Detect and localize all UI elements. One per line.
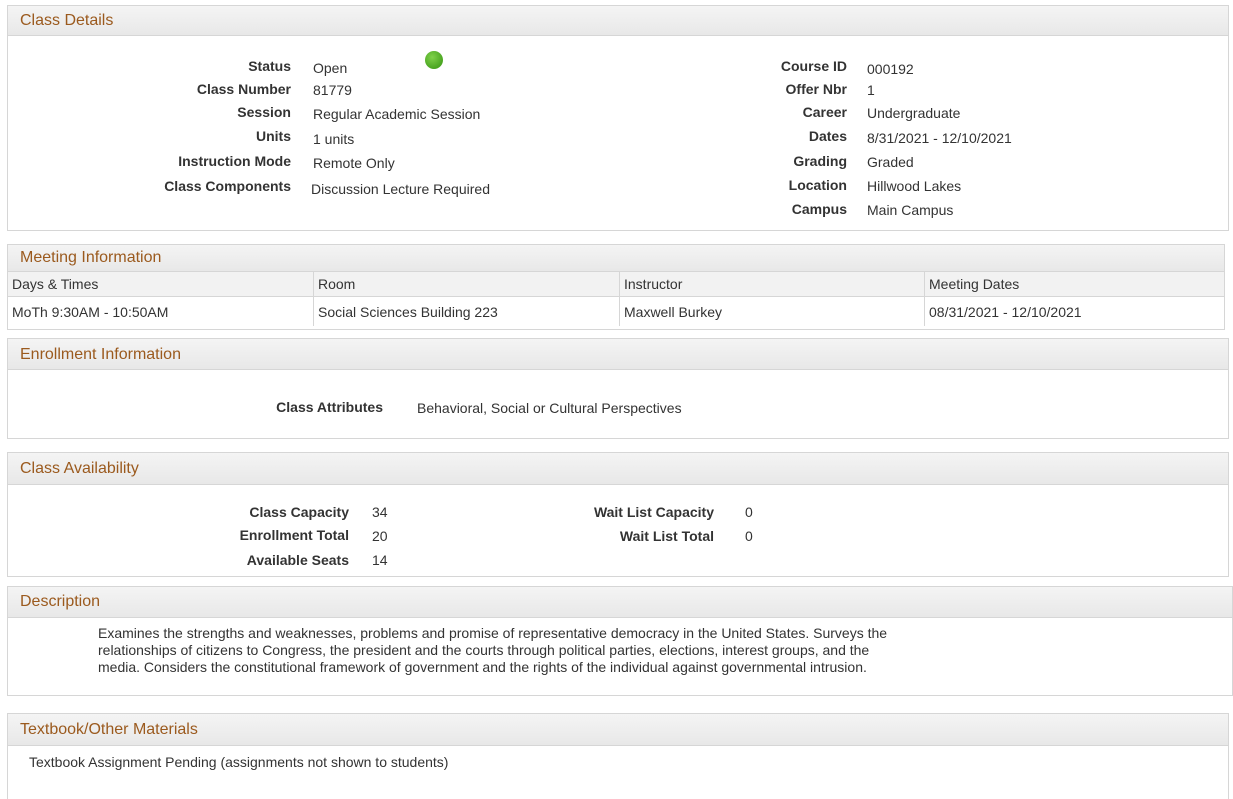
room-cell: Social Sciences Building 223 bbox=[313, 296, 620, 326]
column-header-days-times[interactable]: Days & Times bbox=[8, 272, 314, 297]
wait-list-capacity-value: 0 bbox=[745, 504, 753, 520]
class-details-section: Class Details Status Open Class Number 8… bbox=[7, 5, 1229, 231]
units-label: Units bbox=[256, 128, 291, 144]
description-header: Description bbox=[8, 587, 1232, 618]
status-open-icon bbox=[425, 51, 443, 69]
textbook-status-text: Textbook Assignment Pending (assignments… bbox=[29, 754, 449, 770]
table-header-row: Days & Times Room Instructor Meeting Dat… bbox=[8, 272, 1224, 297]
description-line: media. Considers the constitutional fram… bbox=[98, 659, 867, 675]
enrollment-information-section: Enrollment Information Class Attributes … bbox=[7, 338, 1229, 439]
class-availability-header: Class Availability bbox=[8, 453, 1228, 485]
textbook-section: Textbook/Other Materials Textbook Assign… bbox=[7, 713, 1229, 799]
course-id-value: 000192 bbox=[867, 61, 914, 77]
meeting-table: Days & Times Room Instructor Meeting Dat… bbox=[8, 272, 1224, 326]
meeting-information-header: Meeting Information bbox=[8, 245, 1224, 272]
dates-value: 8/31/2021 - 12/10/2021 bbox=[867, 130, 1012, 146]
enrollment-total-label: Enrollment Total bbox=[239, 527, 349, 543]
meeting-information-section: Meeting Information Days & Times Room In… bbox=[7, 244, 1225, 330]
class-components-value: Discussion Lecture Required bbox=[311, 181, 490, 197]
class-attributes-value: Behavioral, Social or Cultural Perspecti… bbox=[417, 400, 682, 416]
class-availability-section: Class Availability Class Capacity 34 Enr… bbox=[7, 452, 1229, 577]
session-label: Session bbox=[237, 104, 291, 120]
status-label: Status bbox=[248, 58, 291, 74]
class-number-value: 81779 bbox=[313, 82, 352, 98]
offer-nbr-value: 1 bbox=[867, 82, 875, 98]
description-text: Examines the strengths and weaknesses, p… bbox=[98, 625, 1118, 676]
instruction-mode-label: Instruction Mode bbox=[178, 153, 291, 169]
grading-value: Graded bbox=[867, 154, 914, 170]
location-label: Location bbox=[788, 177, 847, 193]
class-capacity-value: 34 bbox=[372, 504, 388, 520]
dates-label: Dates bbox=[808, 128, 847, 144]
enrollment-total-value: 20 bbox=[372, 528, 388, 544]
class-attributes-label: Class Attributes bbox=[276, 399, 383, 415]
status-value: Open bbox=[313, 60, 348, 76]
class-components-label: Class Components bbox=[164, 178, 291, 194]
description-section: Description Examines the strengths and w… bbox=[7, 586, 1233, 696]
available-seats-value: 14 bbox=[372, 552, 388, 568]
enrollment-information-header: Enrollment Information bbox=[8, 339, 1228, 370]
session-value: Regular Academic Session bbox=[313, 106, 481, 122]
career-value: Undergraduate bbox=[867, 105, 961, 121]
class-number-label: Class Number bbox=[196, 81, 291, 97]
table-row: MoTh 9:30AM - 10:50AM Social Sciences Bu… bbox=[8, 296, 1224, 326]
instructor-cell: Maxwell Burkey bbox=[619, 296, 925, 326]
wait-list-total-label: Wait List Total bbox=[619, 528, 714, 544]
location-value: Hillwood Lakes bbox=[867, 178, 962, 194]
wait-list-capacity-label: Wait List Capacity bbox=[593, 504, 714, 520]
career-label: Career bbox=[802, 104, 847, 120]
description-line: Examines the strengths and weaknesses, p… bbox=[98, 625, 888, 641]
class-capacity-label: Class Capacity bbox=[249, 504, 349, 520]
instruction-mode-value: Remote Only bbox=[313, 155, 395, 171]
column-header-room[interactable]: Room bbox=[313, 272, 620, 297]
campus-value: Main Campus bbox=[867, 202, 954, 218]
grading-label: Grading bbox=[793, 153, 847, 169]
class-details-header: Class Details bbox=[8, 6, 1228, 36]
wait-list-total-value: 0 bbox=[745, 528, 753, 544]
textbook-header: Textbook/Other Materials bbox=[8, 714, 1228, 746]
days-times-cell: MoTh 9:30AM - 10:50AM bbox=[8, 296, 314, 326]
column-header-instructor[interactable]: Instructor bbox=[619, 272, 925, 297]
units-value: 1 units bbox=[313, 131, 355, 147]
offer-nbr-label: Offer Nbr bbox=[785, 81, 847, 97]
available-seats-label: Available Seats bbox=[246, 552, 349, 568]
campus-label: Campus bbox=[791, 201, 847, 217]
meeting-dates-cell: 08/31/2021 - 12/10/2021 bbox=[929, 303, 1082, 320]
course-id-label: Course ID bbox=[780, 58, 847, 74]
column-header-meeting-dates[interactable]: Meeting Dates bbox=[924, 272, 1224, 297]
description-line: relationships of citizens to Congress, t… bbox=[98, 642, 870, 658]
